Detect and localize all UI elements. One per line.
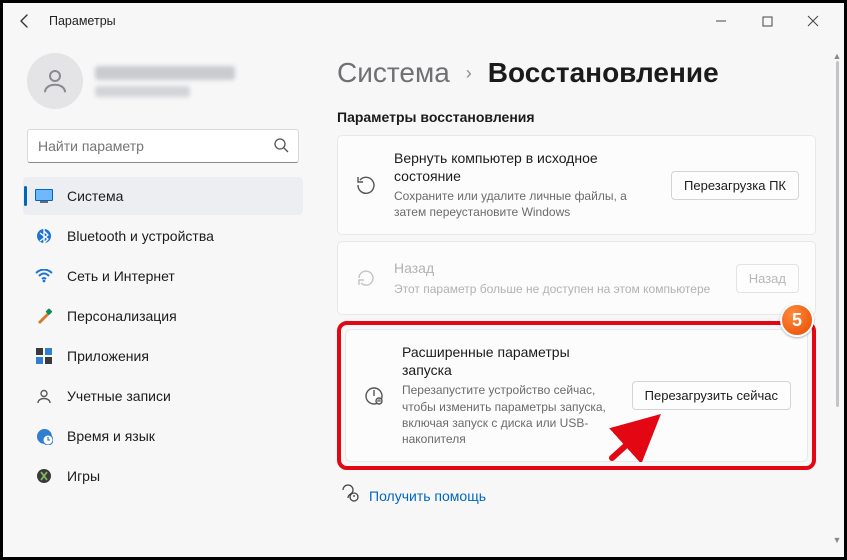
sidebar-item-label: Bluetooth и устройства: [67, 228, 214, 244]
sidebar-item-label: Система: [67, 188, 123, 204]
wifi-icon: [35, 267, 53, 285]
search-box[interactable]: [27, 129, 299, 163]
scroll-down-arrow[interactable]: ▼: [832, 535, 842, 545]
sidebar: Система Bluetooth и устройства Сеть и Ин…: [3, 39, 313, 557]
card-reset-pc: Вернуть компьютер в исходное состояние С…: [337, 135, 816, 235]
apps-icon: [35, 347, 53, 365]
card-desc: Сохраните или удалите личные файлы, а за…: [394, 188, 655, 220]
card-desc: Перезапустите устройство сейчас, чтобы и…: [402, 382, 616, 447]
vertical-scrollbar[interactable]: ▲ ▼: [832, 51, 842, 545]
sidebar-item-label: Персонализация: [67, 308, 177, 324]
brush-icon: [35, 307, 53, 325]
profile-block[interactable]: [23, 47, 303, 123]
cards-list: Вернуть компьютер в исходное состояние С…: [337, 135, 838, 470]
sidebar-item-label: Время и язык: [67, 428, 155, 444]
minimize-button[interactable]: [698, 3, 744, 39]
nav-list: Система Bluetooth и устройства Сеть и Ин…: [23, 177, 303, 495]
bluetooth-icon: [35, 227, 53, 245]
reset-pc-button[interactable]: Перезагрузка ПК: [671, 171, 799, 200]
get-help-link[interactable]: Получить помощь: [369, 488, 486, 504]
card-title: Назад: [394, 260, 720, 278]
profile-email-blurred: [95, 86, 190, 97]
sidebar-item-system[interactable]: Система: [23, 177, 303, 215]
sidebar-item-apps[interactable]: Приложения: [23, 337, 303, 375]
sidebar-item-label: Приложения: [67, 348, 149, 364]
sidebar-item-accounts[interactable]: Учетные записи: [23, 377, 303, 415]
chevron-right-icon: ›: [466, 63, 472, 84]
maximize-button[interactable]: [744, 3, 790, 39]
settings-window: Параметры: [0, 0, 847, 560]
sidebar-item-time-language[interactable]: Время и язык: [23, 417, 303, 455]
breadcrumb-current: Восстановление: [488, 57, 719, 89]
sidebar-item-personalization[interactable]: Персонализация: [23, 297, 303, 335]
highlighted-step: 5 Расширенные параметры запуска Перезапу…: [337, 321, 816, 470]
titlebar: Параметры: [3, 3, 844, 39]
main-pane: Система › Восстановление Параметры восст…: [313, 39, 844, 557]
card-go-back: Назад Этот параметр больше не доступен н…: [337, 241, 816, 315]
sidebar-item-bluetooth[interactable]: Bluetooth и устройства: [23, 217, 303, 255]
sidebar-item-gaming[interactable]: Игры: [23, 457, 303, 495]
help-link-row: Получить помощь: [337, 484, 838, 507]
scroll-up-arrow[interactable]: ▲: [832, 51, 842, 61]
profile-text: [95, 66, 235, 97]
reset-icon: [354, 174, 378, 196]
gaming-icon: [35, 467, 53, 485]
globe-clock-icon: [35, 427, 53, 445]
accounts-icon: [35, 387, 53, 405]
go-back-icon: [354, 267, 378, 289]
profile-name-blurred: [95, 66, 235, 80]
sidebar-item-network[interactable]: Сеть и Интернет: [23, 257, 303, 295]
close-button[interactable]: [790, 3, 836, 39]
window-title: Параметры: [49, 14, 116, 28]
power-settings-icon: [362, 385, 386, 407]
avatar: [27, 53, 83, 109]
card-title: Расширенные параметры запуска: [402, 344, 616, 379]
sidebar-item-label: Учетные записи: [67, 388, 171, 404]
back-button[interactable]: [11, 7, 39, 35]
card-desc: Этот параметр больше не доступен на этом…: [394, 281, 720, 297]
search-input[interactable]: [27, 129, 299, 163]
card-title: Вернуть компьютер в исходное состояние: [394, 150, 655, 185]
scroll-thumb[interactable]: [836, 61, 839, 407]
person-icon: [40, 66, 70, 96]
help-icon: [341, 484, 359, 507]
search-icon: [273, 137, 289, 158]
breadcrumb: Система › Восстановление: [337, 53, 838, 89]
card-advanced-startup: Расширенные параметры запуска Перезапуст…: [345, 329, 808, 462]
section-title: Параметры восстановления: [337, 109, 838, 125]
go-back-button: Назад: [736, 264, 799, 293]
window-controls: [698, 3, 836, 39]
display-icon: [35, 187, 53, 205]
sidebar-item-label: Игры: [67, 468, 100, 484]
breadcrumb-parent[interactable]: Система: [337, 57, 450, 89]
restart-now-button[interactable]: Перезагрузить сейчас: [632, 381, 791, 410]
sidebar-item-label: Сеть и Интернет: [67, 268, 175, 284]
